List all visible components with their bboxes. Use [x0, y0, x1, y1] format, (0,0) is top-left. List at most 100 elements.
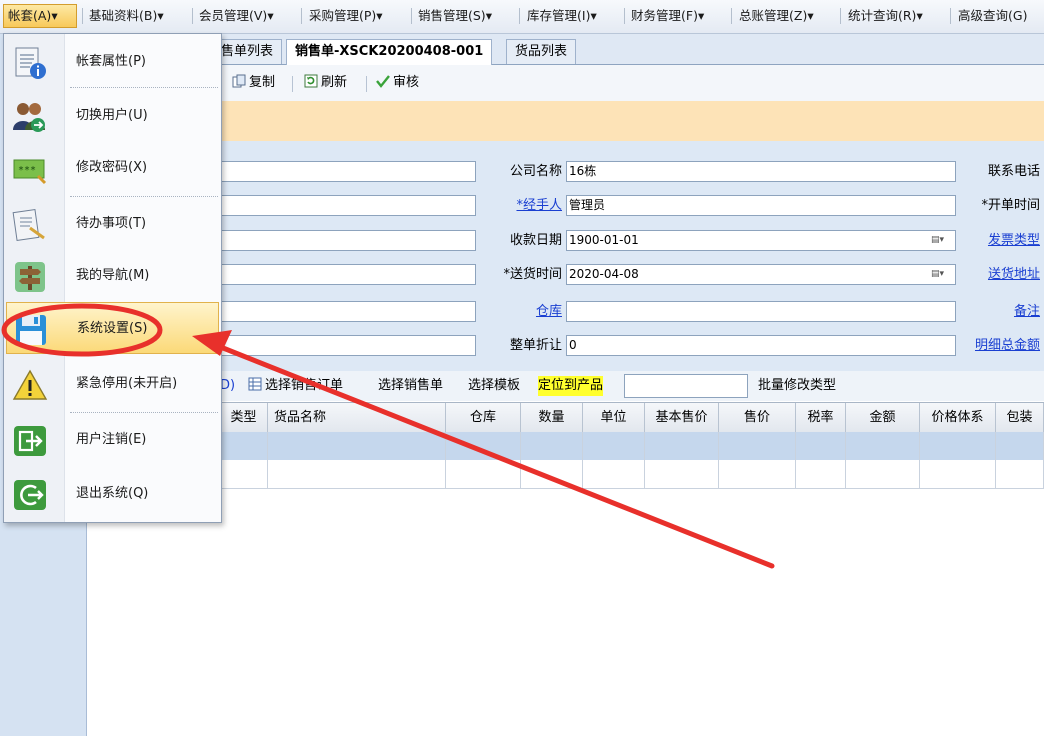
table-cell[interactable] [719, 432, 796, 460]
tab-product-list[interactable]: 货品列表 [506, 39, 577, 64]
menu-advanced-query[interactable]: 高级查询(G) [958, 5, 1027, 27]
delivery-address-label[interactable]: 送货地址 [956, 264, 1040, 285]
logout-icon [14, 426, 46, 456]
menu-basic-data[interactable]: 基础资料(B)▾ [89, 5, 164, 27]
refresh-button[interactable]: 刷新 [304, 73, 347, 93]
table-cell[interactable] [446, 432, 521, 460]
menu-purchase[interactable]: 采购管理(P)▾ [309, 5, 383, 27]
column-header[interactable]: 金额 [846, 403, 920, 432]
table-cell[interactable] [268, 432, 446, 460]
handler-field[interactable]: 管理员 [566, 195, 956, 216]
left-field-6[interactable] [220, 335, 476, 356]
menu-separator [624, 8, 625, 24]
menu-label: 高级查询(G) [958, 8, 1028, 23]
column-header[interactable]: 数量 [521, 403, 583, 432]
table-row[interactable] [86, 432, 1044, 461]
header-band [86, 101, 1044, 141]
column-header[interactable]: 单位 [583, 403, 645, 432]
toolbar-separator [292, 76, 293, 92]
menu-member[interactable]: 会员管理(V)▾ [199, 5, 274, 27]
menu-ledger[interactable]: 总账管理(Z)▾ [739, 5, 814, 27]
left-field-1[interactable] [220, 161, 476, 182]
approve-button[interactable]: 审核 [376, 73, 419, 93]
table-cell[interactable] [719, 460, 796, 488]
chevron-down-icon: ▾ [267, 8, 274, 23]
column-header[interactable]: 售价 [719, 403, 796, 432]
table-cell[interactable] [268, 460, 446, 488]
menu-item-system-settings[interactable]: 系统设置(S) [6, 302, 219, 354]
table-cell[interactable] [846, 432, 920, 460]
table-cell[interactable] [796, 432, 846, 460]
menu-divider [70, 196, 218, 197]
copy-label: 复制 [249, 75, 276, 90]
table-cell[interactable] [583, 460, 645, 488]
table-cell[interactable] [920, 460, 996, 488]
menu-item-logout[interactable]: 用户注销(E) [6, 414, 219, 466]
table-cell[interactable] [846, 460, 920, 488]
left-field-5[interactable] [220, 301, 476, 322]
left-field-3[interactable] [220, 230, 476, 251]
left-field-2[interactable] [220, 195, 476, 216]
table-cell[interactable] [220, 432, 268, 460]
menu-sales[interactable]: 销售管理(S)▾ [418, 5, 492, 27]
refresh-label: 刷新 [321, 75, 348, 90]
select-template-button[interactable]: 选择模板 [468, 376, 520, 396]
discount-label: 整单折让 [509, 338, 562, 353]
menu-item-exit-system[interactable]: 退出系统(Q) [6, 468, 219, 520]
company-field[interactable]: 16栋 [566, 161, 956, 182]
invoice-type-label[interactable]: 发票类型 [956, 230, 1040, 251]
table-cell[interactable] [920, 432, 996, 460]
tab-label: 销售单-XSCK20200408-001 [295, 44, 484, 59]
delivery-date-field[interactable]: 2020-04-08 ▤▾ [566, 264, 956, 285]
column-header[interactable]: 包装 [996, 403, 1044, 432]
table-cell[interactable] [996, 460, 1044, 488]
menu-item-change-password[interactable]: *** 修改密码(X) [6, 142, 219, 194]
discount-field[interactable]: 0 [566, 335, 956, 356]
left-field-4[interactable] [220, 264, 476, 285]
menu-account-set[interactable]: 帐套(A)▾ [3, 4, 77, 28]
menu-separator [301, 8, 302, 24]
menu-label: 总账管理(Z) [739, 8, 808, 23]
menu-item-my-navigation[interactable]: 我的导航(M) [6, 250, 219, 302]
column-header[interactable]: 类型 [220, 403, 268, 432]
table-cell[interactable] [996, 432, 1044, 460]
select-sales-button[interactable]: 选择销售单 [378, 376, 443, 396]
calendar-dropdown-icon[interactable]: ▤▾ [931, 268, 953, 281]
warehouse-field[interactable] [566, 301, 956, 322]
select-sales-order-button[interactable]: 选择销售订单 [248, 376, 343, 396]
total-amount-label[interactable]: 明细总金额 [956, 335, 1040, 356]
grid-header: 类型 货品名称 仓库 数量 单位 基本售价 售价 税率 金额 价格体系 包装 [86, 402, 1044, 433]
partial-button[interactable]: D) [220, 376, 235, 396]
column-header[interactable]: 税率 [796, 403, 846, 432]
table-cell[interactable] [796, 460, 846, 488]
tab-sales-order[interactable]: 销售单-XSCK20200408-001 [286, 39, 493, 65]
warehouse-label[interactable]: 仓库 [482, 301, 562, 322]
menu-item-account-properties[interactable]: 帐套属性(P) [6, 36, 219, 88]
column-header[interactable]: 价格体系 [920, 403, 996, 432]
menu-statistics[interactable]: 统计查询(R)▾ [848, 5, 923, 27]
remark-label[interactable]: 备注 [956, 301, 1040, 322]
menu-item-switch-user[interactable]: 切换用户(U) [6, 90, 219, 142]
locate-product-input[interactable] [624, 374, 748, 398]
column-header[interactable]: 基本售价 [645, 403, 719, 432]
table-cell[interactable] [521, 460, 583, 488]
menu-inventory[interactable]: 库存管理(I)▾ [527, 5, 597, 27]
column-header[interactable]: 货品名称 [268, 403, 446, 432]
calendar-dropdown-icon[interactable]: ▤▾ [931, 234, 953, 247]
table-cell[interactable] [583, 432, 645, 460]
table-cell[interactable] [521, 432, 583, 460]
handler-label[interactable]: *经手人 [482, 195, 562, 216]
table-cell[interactable] [220, 460, 268, 488]
toolbar: 复制 刷新 审核 [86, 65, 1044, 101]
column-header[interactable]: 仓库 [446, 403, 521, 432]
menu-item-todo[interactable]: 待办事项(T) [6, 198, 219, 250]
table-row[interactable] [86, 460, 1044, 489]
copy-button[interactable]: 复制 [232, 73, 275, 93]
table-cell[interactable] [645, 460, 719, 488]
menu-finance[interactable]: 财务管理(F)▾ [631, 5, 704, 27]
pay-date-field[interactable]: 1900-01-01 ▤▾ [566, 230, 956, 251]
batch-modify-button[interactable]: 批量修改类型 [758, 376, 836, 396]
menu-item-emergency-disable[interactable]: 紧急停用(未开启) [6, 358, 219, 410]
table-cell[interactable] [645, 432, 719, 460]
table-cell[interactable] [446, 460, 521, 488]
